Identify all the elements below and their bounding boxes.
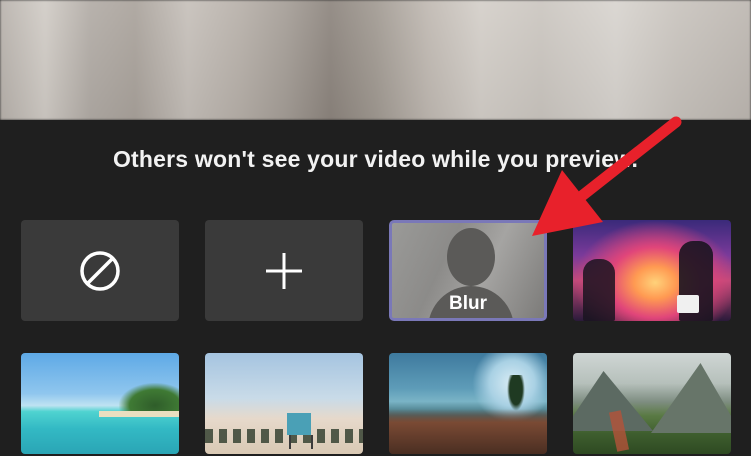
plus-icon	[205, 220, 363, 321]
lifeguard-tower	[287, 413, 311, 435]
add-background-button[interactable]	[205, 220, 363, 321]
camera-preview	[0, 0, 751, 120]
background-mountain-valley[interactable]	[573, 353, 731, 454]
no-effect-option[interactable]	[21, 220, 179, 321]
no-effect-icon	[21, 220, 179, 321]
preview-notice: Others won't see your video while you pr…	[112, 146, 639, 172]
artwork-figure-left	[583, 259, 615, 321]
blur-label: Blur	[449, 293, 487, 314]
blur-option[interactable]: Blur	[389, 220, 547, 321]
background-effects-screen: Others won't see your video while you pr…	[0, 0, 751, 456]
person-silhouette-head	[447, 228, 495, 286]
background-sunset-artwork[interactable]	[573, 220, 731, 321]
background-tropical-beach[interactable]	[21, 353, 179, 454]
sand-strip	[99, 411, 179, 417]
background-lifeguard-beach[interactable]	[205, 353, 363, 454]
artwork-logo	[677, 295, 699, 313]
rock-formation	[389, 409, 547, 454]
lifeguard-tower-legs	[289, 435, 313, 449]
background-fantasy-landscape[interactable]	[389, 353, 547, 454]
mountain-right	[651, 363, 731, 433]
lone-tree	[507, 375, 525, 411]
palm-tree-row	[205, 429, 363, 443]
